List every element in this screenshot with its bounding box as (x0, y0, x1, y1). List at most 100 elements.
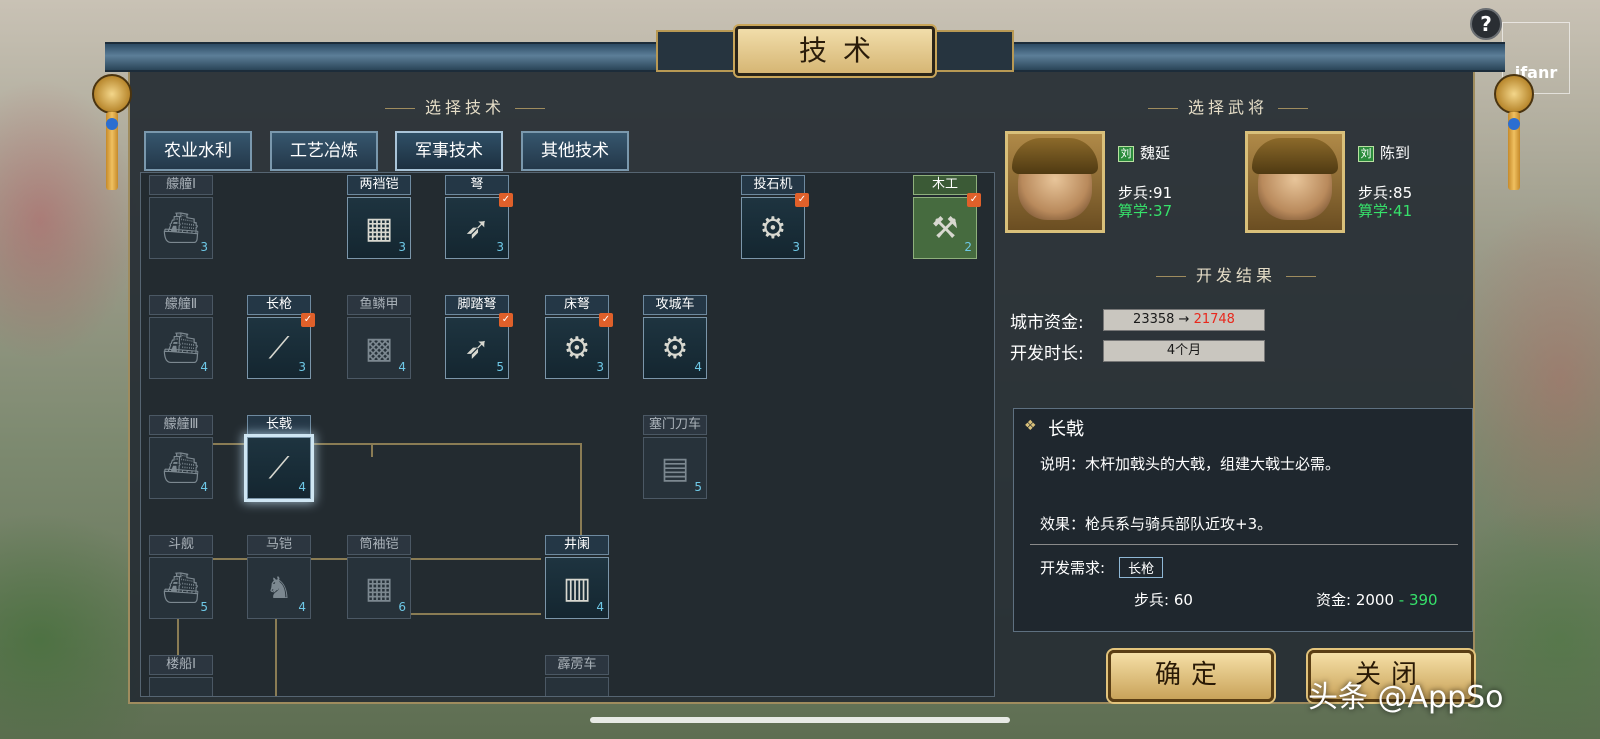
tech-level: 5 (200, 600, 208, 614)
tech-node-tongxiukai[interactable]: 筒袖铠 ▦ 6 (347, 535, 411, 621)
tech-level: 4 (298, 480, 306, 494)
tech-node-label: 楼船Ⅰ (149, 655, 213, 675)
general-portrait-weiyan[interactable] (1005, 131, 1105, 233)
tab-other[interactable]: 其他技术 (521, 131, 629, 171)
funds-deduction: 390 (1408, 591, 1438, 609)
tree-connector (401, 613, 541, 615)
left-bead (106, 118, 118, 130)
researched-check-icon: ✓ (499, 313, 513, 327)
tech-node-changji[interactable]: 长戟 ⟋ 4 (247, 415, 311, 501)
tech-level: 3 (200, 240, 208, 254)
page-title: 技术 (735, 26, 935, 76)
tech-node-liangdangkai[interactable]: 两裆铠 ▦ 3 (347, 175, 411, 261)
funds-dash: - (1394, 591, 1409, 609)
requirement-label: 开发需求: (1040, 559, 1106, 577)
tech-node-label: 攻城车 (643, 295, 707, 315)
tech-node-jinglan[interactable]: 井阑 ▥ 4 (545, 535, 609, 621)
funds-label: 城市资金: (1010, 313, 1084, 333)
tech-detail-title: 长戟 (1048, 419, 1084, 440)
thunder-cart-icon (545, 677, 609, 696)
tech-node-label: 脚踏弩 (445, 295, 509, 315)
general-name: 陈到 (1380, 144, 1411, 162)
tech-level: 5 (496, 360, 504, 374)
tech-level: 4 (298, 600, 306, 614)
tech-detail-panel: ❖ 长戟 说明：木杆加戟头的大戟，组建大戟士必需。 效果：枪兵系与骑兵部队近攻+… (1013, 408, 1473, 632)
ship-icon: ⛴ 3 (149, 197, 213, 259)
tech-node-changqiang[interactable]: 长枪 ⟋ 3 ✓ (247, 295, 315, 381)
tech-node-label: 筒袖铠 (347, 535, 411, 555)
tech-level: 4 (694, 360, 702, 374)
general-portrait-chendao[interactable] (1245, 131, 1345, 233)
tech-node-toushiji[interactable]: 投石机 ⚙ 3 ✓ (741, 175, 809, 261)
horse-armor-icon: ♞ 4 (247, 557, 311, 619)
tech-node-jiaotanu[interactable]: 脚踏弩 ➶ 5 ✓ (445, 295, 513, 381)
tab-military[interactable]: 军事技术 (395, 131, 503, 171)
tech-node-doujian[interactable]: 斗舰 ⛴ 5 (149, 535, 213, 621)
tree-connector (275, 613, 277, 696)
tech-effect: 效果：枪兵系与骑兵部队近攻+3。 (1040, 515, 1273, 533)
required-troops: 步兵: 60 (1134, 591, 1193, 609)
tab-craft[interactable]: 工艺冶炼 (270, 131, 378, 171)
tech-node-saimendaoche[interactable]: 塞门刀车 ▤ 5 (643, 415, 707, 501)
tech-node-label: 木工 (913, 175, 977, 195)
researched-check-icon: ✓ (599, 313, 613, 327)
tech-node-mengchong1[interactable]: 艨艟Ⅰ ⛴ 3 (149, 175, 213, 261)
right-knob-ornament (1494, 74, 1534, 114)
select-general-heading: 选择武将 (1138, 94, 1318, 118)
tech-node-label: 鱼鳞甲 (347, 295, 411, 315)
home-indicator[interactable] (590, 717, 1010, 723)
tech-node-mugong[interactable]: 木工 ⚒ 2 ✓ (913, 175, 981, 261)
title-wing-right (930, 30, 1014, 72)
tree-connector (371, 443, 373, 457)
general-stat-math: 算学:41 (1358, 202, 1413, 220)
title-wing-left (656, 30, 740, 72)
help-button[interactable]: ? (1470, 8, 1502, 40)
tech-level: 3 (298, 360, 306, 374)
tech-node-label: 塞门刀车 (643, 415, 707, 435)
required-funds-value: 资金: 2000 (1316, 591, 1394, 609)
tech-node-chuangnu[interactable]: 床弩 ⚙ 3 ✓ (545, 295, 613, 381)
tech-level: 3 (792, 240, 800, 254)
tech-node-mengchong2[interactable]: 艨艟Ⅱ ⛴ 4 (149, 295, 213, 381)
tech-node-label: 井阑 (545, 535, 609, 555)
researched-check-icon: ✓ (499, 193, 513, 207)
tech-level: 3 (398, 240, 406, 254)
appso-watermark: 头条 @AppSo (1308, 680, 1504, 715)
sleeve-armor-icon: ▦ 6 (347, 557, 411, 619)
siege-tower-icon: ▥ 4 (545, 557, 609, 619)
tech-level: 2 (964, 240, 972, 254)
halberd-icon: ⟋ 4 (247, 437, 311, 499)
tech-level: 6 (398, 600, 406, 614)
tech-node-nu[interactable]: 弩 ➶ 3 ✓ (445, 175, 513, 261)
blade-cart-icon: ▤ 5 (643, 437, 707, 499)
divider (1030, 544, 1458, 545)
general-name: 魏延 (1140, 144, 1171, 162)
ship-icon: ⛴ 4 (149, 437, 213, 499)
tech-node-yulinjia[interactable]: 鱼鳞甲 ▩ 4 (347, 295, 411, 381)
confirm-button[interactable]: 确定 (1108, 650, 1274, 702)
tech-level: 5 (694, 480, 702, 494)
left-knob-ornament (92, 74, 132, 114)
tab-agriculture[interactable]: 农业水利 (144, 131, 252, 171)
tech-node-mengchong3[interactable]: 艨艟Ⅲ ⛴ 4 (149, 415, 213, 501)
scale-armor-icon: ▩ 4 (347, 317, 411, 379)
tech-description: 说明：木杆加戟头的大戟，组建大戟士必需。 (1040, 455, 1341, 473)
tech-node-makai[interactable]: 马铠 ♞ 4 (247, 535, 311, 621)
faction-badge: 刘 (1358, 145, 1374, 162)
general-stat-math: 算学:37 (1118, 202, 1173, 220)
requirement-tag[interactable]: 长枪 (1119, 557, 1164, 578)
tech-node-gongchengche[interactable]: 攻城车 ⚙ 4 (643, 295, 707, 381)
siege-cart-icon: ⚙ 4 (643, 317, 707, 379)
researched-check-icon: ✓ (301, 313, 315, 327)
tech-level: 4 (398, 360, 406, 374)
tech-node-label: 霹雳车 (545, 655, 609, 675)
tech-node-louchuan1[interactable]: 楼船Ⅰ (149, 655, 213, 696)
tech-tree: 艨艟Ⅰ ⛴ 3 两裆铠 ▦ 3 弩 ➶ 3 ✓ 投石机 ⚙ 3 ✓ 木工 ⚒ 2 ✓ 艨艟Ⅱ ⛴ 4 长枪 ⟋ 3 ✓ 鱼鳞甲 ▩ 4… (140, 172, 995, 697)
tech-level: 4 (596, 600, 604, 614)
faction-badge: 刘 (1118, 145, 1134, 162)
ship-icon: ⛴ 4 (149, 317, 213, 379)
tech-node-label: 艨艟Ⅱ (149, 295, 213, 315)
funds-before: 23358 (1133, 312, 1175, 327)
tech-node-pilice[interactable]: 霹雳车 (545, 655, 609, 696)
tower-ship-icon (149, 677, 213, 696)
